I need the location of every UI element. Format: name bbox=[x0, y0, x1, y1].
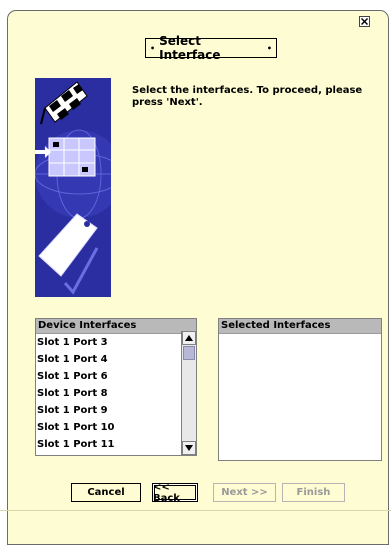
title-dot-left: • bbox=[150, 43, 156, 53]
device-interfaces-header: Device Interfaces bbox=[36, 319, 196, 334]
list-item[interactable]: Slot 1 Port 3 bbox=[36, 334, 196, 351]
device-interfaces-scrollbar[interactable] bbox=[181, 331, 196, 455]
cancel-button[interactable]: Cancel bbox=[71, 483, 141, 502]
footer-divider bbox=[0, 510, 391, 511]
list-item[interactable]: Slot 1 Port 10 bbox=[36, 419, 196, 436]
list-item[interactable]: Slot 1 Port 11 bbox=[36, 436, 196, 453]
arrow-down-icon bbox=[185, 445, 193, 451]
list-item[interactable]: Slot 1 Port 8 bbox=[36, 385, 196, 402]
back-button[interactable]: << Back bbox=[152, 482, 198, 504]
selected-interfaces-header: Selected Interfaces bbox=[219, 319, 381, 334]
instructions-text: Select the interfaces. To proceed, pleas… bbox=[132, 85, 363, 108]
dialog-title: • Select Interface • bbox=[145, 34, 277, 62]
device-interfaces-list: Device Interfaces Slot 1 Port 3 Slot 1 P… bbox=[35, 318, 197, 456]
dialog-title-text: Select Interface bbox=[159, 34, 221, 62]
wizard-banner-graphic bbox=[34, 78, 124, 297]
scroll-thumb[interactable] bbox=[183, 346, 195, 360]
title-dot-right: • bbox=[266, 43, 272, 53]
finish-button[interactable]: Finish bbox=[282, 483, 345, 502]
arrow-up-icon bbox=[185, 335, 193, 341]
close-icon bbox=[361, 18, 368, 25]
scroll-up-button[interactable] bbox=[182, 331, 196, 345]
list-item[interactable]: Slot 1 Port 9 bbox=[36, 402, 196, 419]
list-item[interactable]: Slot 1 Port 6 bbox=[36, 368, 196, 385]
selected-interfaces-list[interactable]: Selected Interfaces bbox=[218, 318, 382, 461]
close-button[interactable] bbox=[359, 16, 370, 27]
list-item[interactable]: Slot 1 Port 4 bbox=[36, 351, 196, 368]
next-button[interactable]: Next >> bbox=[213, 483, 276, 502]
scroll-down-button[interactable] bbox=[182, 441, 196, 455]
